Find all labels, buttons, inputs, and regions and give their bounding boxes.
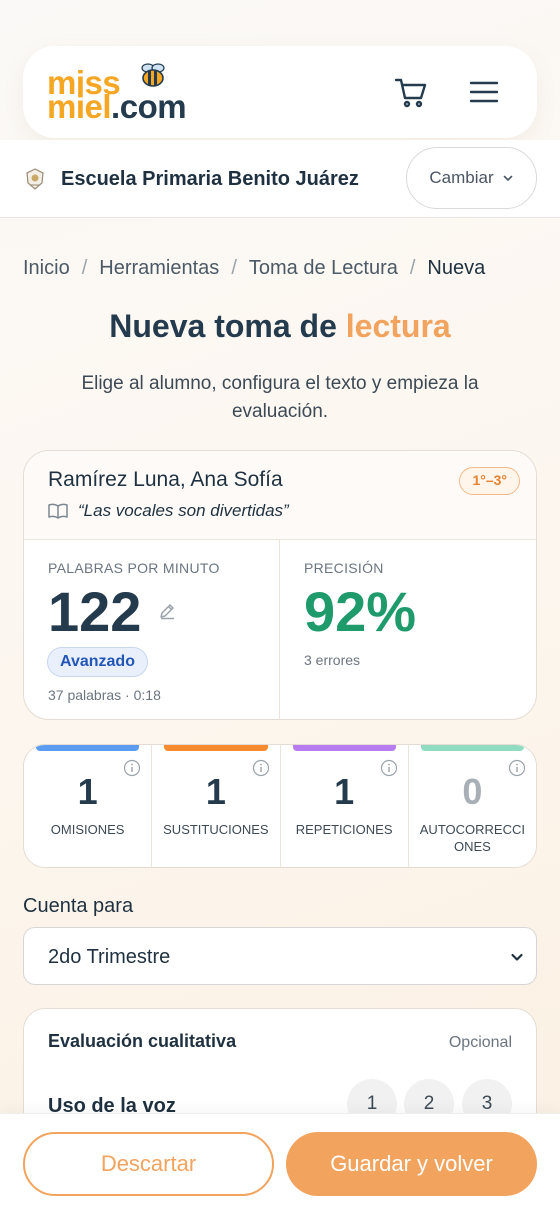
counter-label: SUSTITUCIONES xyxy=(163,822,269,837)
cart-button[interactable] xyxy=(393,74,429,110)
app-header: miss miel.com xyxy=(23,46,537,138)
chevron-down-icon xyxy=(503,175,512,182)
errors-count: 3 errores xyxy=(304,652,361,668)
school-bar: Escuela Primaria Benito Juárez Cambiar xyxy=(0,140,560,218)
wpm-label: PALABRAS POR MINUTO xyxy=(48,560,220,576)
school-name: Escuela Primaria Benito Juárez xyxy=(61,168,359,190)
period-select-value: 2do Trimestre xyxy=(48,946,171,968)
error-counters: 1 OMISIONES 1 SUSTITUCIONES 1 REPETICION… xyxy=(23,744,537,868)
page-subtitle: Elige al alumno, configura el texto y em… xyxy=(81,373,479,422)
bottom-action-bar: Descartar Guardar y volver xyxy=(0,1113,560,1212)
book-title: “Las vocales son divertidas” xyxy=(78,501,289,520)
cart-icon xyxy=(394,78,427,108)
counter-color-bar xyxy=(36,745,140,751)
counter-label: REPETICIONES xyxy=(295,822,393,837)
counter-label: AUTOCORRECCIONES xyxy=(419,822,525,854)
chevron-down-icon xyxy=(511,953,523,961)
edit-pencil-icon[interactable] xyxy=(158,602,176,620)
counter-color-bar xyxy=(292,745,396,751)
breadcrumb-item-toma-de-lectura[interactable]: Toma de Lectura xyxy=(249,257,398,280)
accuracy-label: PRECISIÓN xyxy=(304,560,384,576)
logo-text-line2: miel.com xyxy=(47,88,187,125)
breadcrumb-separator: / xyxy=(409,257,416,279)
counter-repeticiones[interactable]: 1 REPETICIONES xyxy=(281,745,409,867)
student-name: Ramírez Luna, Ana Sofía xyxy=(48,468,283,491)
discard-button[interactable]: Descartar xyxy=(23,1132,274,1196)
counter-omisiones[interactable]: 1 OMISIONES xyxy=(24,745,153,867)
page-title-accent: lectura xyxy=(345,308,451,344)
cuenta-para-label: Cuenta para xyxy=(23,895,134,917)
save-and-return-button[interactable]: Guardar y volver xyxy=(286,1132,537,1196)
level-badge: Avanzado xyxy=(47,647,148,677)
missmiel-logo[interactable]: miss miel.com xyxy=(47,63,207,125)
period-select[interactable]: 2do Trimestre xyxy=(23,927,537,985)
qualitative-title: Evaluación cualitativa xyxy=(48,1031,237,1051)
accuracy-value: 92% xyxy=(304,580,417,643)
top-area: miss miel.com xyxy=(0,0,560,140)
breadcrumb-separator: / xyxy=(231,257,237,279)
counter-label: OMISIONES xyxy=(50,822,125,837)
breadcrumb-item-inicio[interactable]: Inicio xyxy=(23,257,70,280)
change-school-button[interactable]: Cambiar xyxy=(406,147,537,209)
counter-color-bar xyxy=(164,745,268,751)
counter-value: 0 xyxy=(462,771,483,812)
counter-value: 1 xyxy=(77,771,98,812)
wpm-value: 122 xyxy=(48,580,142,643)
breadcrumb-separator: / xyxy=(81,257,88,279)
menu-button[interactable] xyxy=(466,74,502,110)
counter-sustituciones[interactable]: 1 SUSTITUCIONES xyxy=(152,745,281,867)
book-icon xyxy=(48,503,68,519)
bee-icon xyxy=(141,63,165,87)
breadcrumb-item-herramientas[interactable]: Herramientas xyxy=(99,257,219,280)
optional-label: Opcional xyxy=(448,1034,512,1051)
breadcrumb-current: Nueva xyxy=(427,257,486,279)
breadcrumb: Inicio / Herramientas / Toma de Lectura … xyxy=(23,257,485,280)
counter-value: 1 xyxy=(205,771,226,812)
grade-badge: 1°–3° xyxy=(459,467,520,495)
hamburger-menu-icon xyxy=(469,81,499,103)
page-title-main: Nueva toma de xyxy=(109,308,337,344)
counter-value: 1 xyxy=(334,771,355,812)
student-card-header: Ramírez Luna, Ana Sofía 1°–3° “Las vocal… xyxy=(24,451,536,540)
wpm-metric: PALABRAS POR MINUTO 122 Avanzado 37 pala… xyxy=(24,540,280,719)
student-summary-card: Ramírez Luna, Ana Sofía 1°–3° “Las vocal… xyxy=(23,450,537,720)
school-crest-icon xyxy=(26,168,44,190)
change-school-label: Cambiar xyxy=(429,168,494,187)
reading-meta: 37 palabras · 0:18 xyxy=(48,687,161,703)
counter-color-bar xyxy=(420,745,524,751)
accuracy-metric: PRECISIÓN 92% 3 errores xyxy=(280,540,536,719)
page-title: Nueva toma de lectura xyxy=(0,308,560,345)
counter-autocorrecciones[interactable]: 0 AUTOCORRECCIONES xyxy=(409,745,536,867)
